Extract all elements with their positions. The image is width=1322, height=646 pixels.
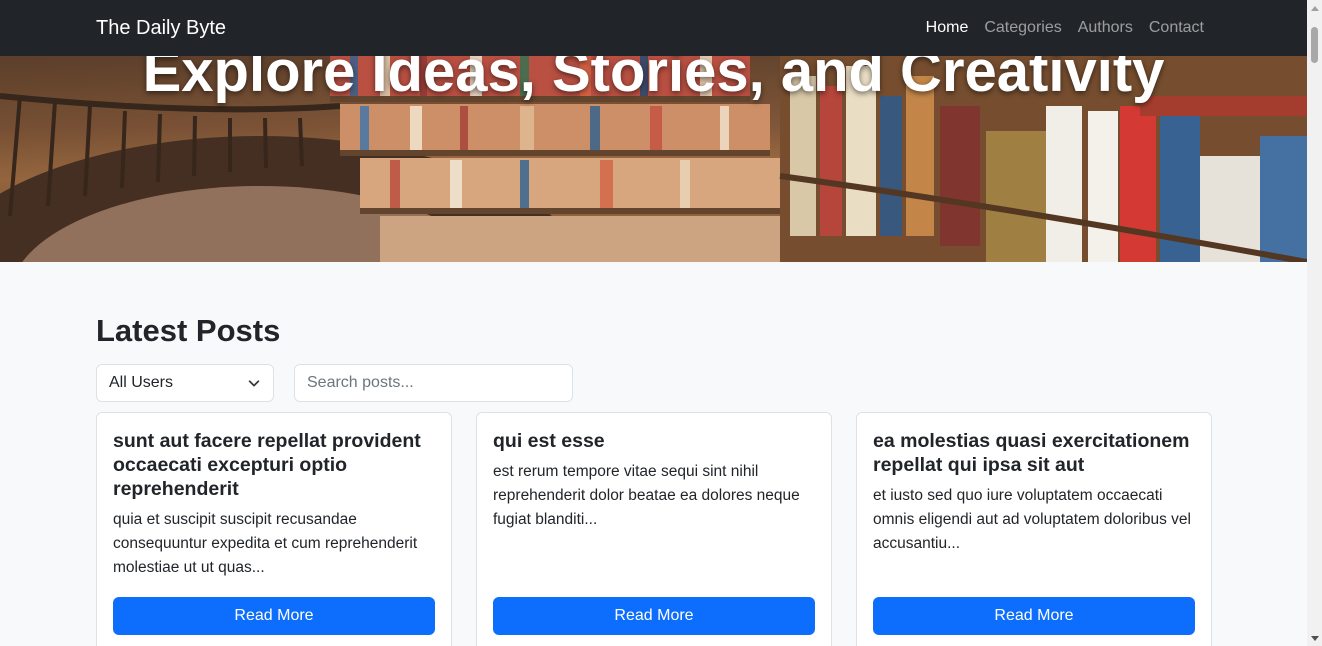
post-title: sunt aut facere repellat provident occae…	[113, 430, 421, 500]
nav-link-contact[interactable]: Contact	[1149, 17, 1204, 39]
user-filter-value: All Users	[109, 374, 174, 391]
post-card-body: qui est esse est rerum tempore vitae seq…	[493, 429, 815, 532]
post-card: sunt aut facere repellat provident occae…	[96, 412, 452, 646]
chevron-down-icon	[248, 380, 260, 387]
nav-link-home[interactable]: Home	[926, 17, 969, 39]
hero-title: Explore Ideas, Stories, and Creativity	[142, 56, 1165, 104]
nav-links: Home Categories Authors Contact	[926, 17, 1204, 39]
scrollbar-thumb[interactable]	[1311, 27, 1318, 63]
post-excerpt: et iusto sed quo iure voluptatem occaeca…	[873, 487, 1191, 552]
page-viewport: The Daily Byte Home Categories Authors C…	[0, 0, 1307, 646]
page-scrollbar[interactable]	[1307, 0, 1322, 646]
search-input[interactable]	[294, 364, 573, 402]
post-card: qui est esse est rerum tempore vitae seq…	[476, 412, 832, 646]
post-card-body: sunt aut facere repellat provident occae…	[113, 429, 435, 580]
latest-posts-heading: Latest Posts	[96, 313, 281, 348]
post-card: ea molestias quasi exercitationem repell…	[856, 412, 1212, 646]
scroll-down-arrow-icon[interactable]	[1307, 631, 1322, 646]
post-card-body: ea molestias quasi exercitationem repell…	[873, 429, 1195, 556]
post-title: ea molestias quasi exercitationem repell…	[873, 430, 1190, 476]
nav-link-authors[interactable]: Authors	[1078, 17, 1133, 39]
scroll-up-arrow-icon[interactable]	[1307, 0, 1322, 15]
post-title: qui est esse	[493, 430, 605, 452]
read-more-button[interactable]: Read More	[113, 597, 435, 635]
nav-link-categories[interactable]: Categories	[984, 17, 1061, 39]
user-filter-select[interactable]: All Users	[96, 364, 274, 402]
post-excerpt: est rerum tempore vitae sequi sint nihil…	[493, 463, 800, 528]
read-more-button[interactable]: Read More	[493, 597, 815, 635]
brand-logo[interactable]: The Daily Byte	[96, 16, 226, 40]
read-more-button[interactable]: Read More	[873, 597, 1195, 635]
post-excerpt: quia et suscipit suscipit recusandae con…	[113, 511, 418, 576]
hero-banner: Explore Ideas, Stories, and Creativity	[0, 56, 1307, 262]
navbar: The Daily Byte Home Categories Authors C…	[0, 0, 1307, 56]
